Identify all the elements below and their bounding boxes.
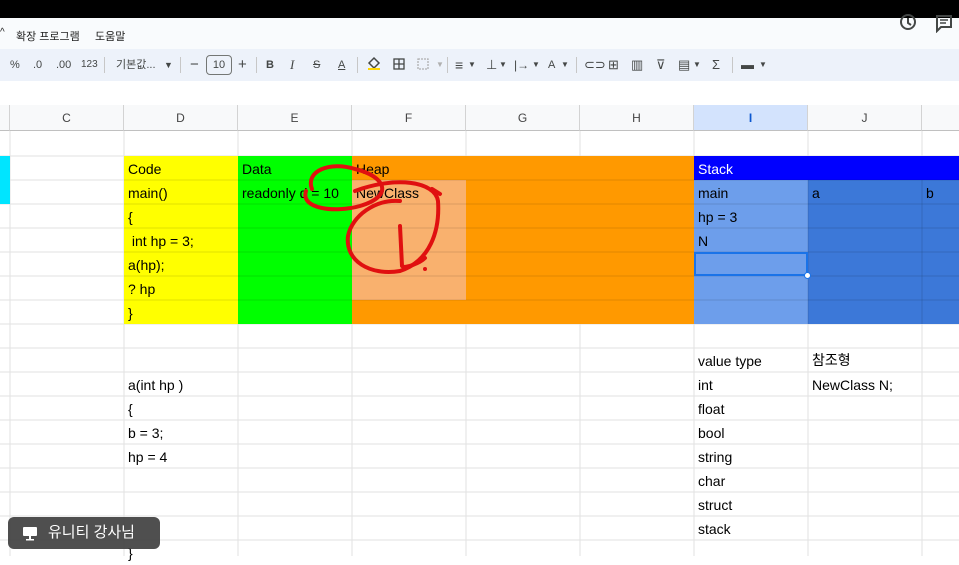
value-type-item[interactable]: int — [698, 373, 713, 397]
value-type-item[interactable]: struct — [698, 493, 732, 517]
function-line[interactable]: a(int hp ) — [128, 373, 183, 397]
column-header-j[interactable]: J — [808, 105, 922, 131]
number-format-button[interactable]: 123 — [81, 57, 98, 73]
menu-bar: ^ 확장 프로그램 도움말 — [0, 14, 959, 49]
column-header-k[interactable] — [922, 105, 959, 131]
toolbar-divider — [576, 57, 577, 73]
vertical-align-dropdown-icon[interactable]: ▼ — [499, 57, 507, 73]
presenter-badge: 유니티 강사님 — [8, 517, 160, 549]
reference-type-header[interactable]: 참조형 — [812, 348, 851, 372]
borders-icon[interactable] — [393, 58, 405, 70]
align-dropdown-icon[interactable]: ▼ — [468, 57, 476, 73]
function-line[interactable]: b = 3; — [128, 421, 163, 445]
function-line[interactable]: { — [128, 397, 133, 421]
filter-views-dropdown-icon[interactable]: ▼ — [693, 57, 701, 73]
text-wrap-icon[interactable]: |→ — [514, 57, 529, 73]
functions-icon[interactable]: Σ — [712, 57, 720, 73]
rotation-dropdown-icon[interactable]: ▼ — [561, 57, 569, 73]
monitor-icon — [23, 527, 37, 541]
menu-help[interactable]: 도움말 — [95, 28, 125, 44]
merge-cells-icon[interactable] — [417, 58, 429, 70]
font-size-decrease-icon[interactable]: − — [190, 57, 199, 73]
vertical-align-icon[interactable]: ⊥ — [486, 57, 497, 73]
insert-comment-icon[interactable]: ⊞ — [608, 57, 619, 73]
merge-dropdown-icon[interactable]: ▼ — [436, 57, 444, 73]
row-header-corner[interactable] — [0, 105, 10, 131]
toolbar-divider — [732, 57, 733, 73]
menu-caret: ^ — [0, 27, 5, 38]
column-header-c[interactable]: C — [10, 105, 124, 131]
toolbar-divider — [357, 57, 358, 73]
value-type-item[interactable]: float — [698, 397, 724, 421]
font-size-increase-icon[interactable]: + — [238, 57, 247, 73]
toolbar-divider — [104, 57, 105, 73]
column-header-h[interactable]: H — [580, 105, 694, 131]
value-type-item[interactable]: char — [698, 469, 725, 493]
column-header-d[interactable]: D — [124, 105, 238, 131]
input-tools-icon[interactable]: ▬ — [741, 57, 754, 73]
column-header-e[interactable]: E — [238, 105, 352, 131]
filter-icon[interactable]: ⊽ — [656, 57, 666, 73]
input-tools-dropdown-icon[interactable]: ▼ — [759, 57, 767, 73]
text-rotation-icon[interactable]: A — [548, 57, 555, 73]
formula-bar[interactable] — [0, 81, 959, 106]
italic-button[interactable]: I — [290, 57, 294, 73]
font-size-input[interactable]: 10 — [206, 55, 232, 75]
text-color-button[interactable]: A — [338, 57, 345, 73]
column-header-i[interactable]: I — [694, 105, 808, 131]
ink-annotation — [303, 164, 442, 274]
presenter-name: 유니티 강사님 — [48, 524, 135, 541]
decrease-decimal-button[interactable]: .0 — [33, 57, 42, 73]
history-icon[interactable] — [898, 12, 918, 32]
toolbar-divider — [256, 57, 257, 73]
toolbar-divider — [447, 57, 448, 73]
align-icon[interactable]: ≡ — [455, 57, 463, 73]
fill-color-icon[interactable] — [367, 56, 381, 70]
top-black-bar — [0, 0, 959, 18]
insert-chart-icon[interactable]: ▥ — [631, 57, 643, 73]
value-type-item[interactable]: string — [698, 445, 732, 469]
value-type-item[interactable]: stack — [698, 517, 731, 541]
link-icon[interactable]: ⊂⊃ — [584, 57, 606, 73]
font-dropdown-icon[interactable]: ▼ — [164, 57, 173, 73]
toolbar-divider — [180, 57, 181, 73]
value-type-header[interactable]: value type — [698, 349, 762, 373]
percent-button[interactable]: % — [10, 57, 20, 73]
column-header-f[interactable]: F — [352, 105, 466, 131]
filter-views-icon[interactable]: ▤ — [678, 57, 690, 73]
reference-type-item[interactable]: NewClass N; — [812, 373, 893, 397]
bold-button[interactable]: B — [266, 57, 274, 73]
function-line[interactable]: hp = 4 — [128, 445, 167, 469]
font-select[interactable]: 기본값... — [116, 57, 156, 73]
toolbar: % .0 .00 123 기본값... ▼ − 10 + B I S A ▼ ≡… — [0, 49, 959, 81]
value-type-item[interactable]: bool — [698, 421, 724, 445]
strikethrough-button[interactable]: S — [313, 57, 320, 73]
wrap-dropdown-icon[interactable]: ▼ — [532, 57, 540, 73]
menu-extensions[interactable]: 확장 프로그램 — [16, 28, 80, 44]
increase-decimal-button[interactable]: .00 — [56, 57, 71, 73]
column-header-g[interactable]: G — [466, 105, 580, 131]
spreadsheet-grid[interactable]: Code main() { int hp = 3; a(hp); ? hp } … — [0, 131, 959, 561]
comment-icon[interactable] — [934, 13, 954, 33]
